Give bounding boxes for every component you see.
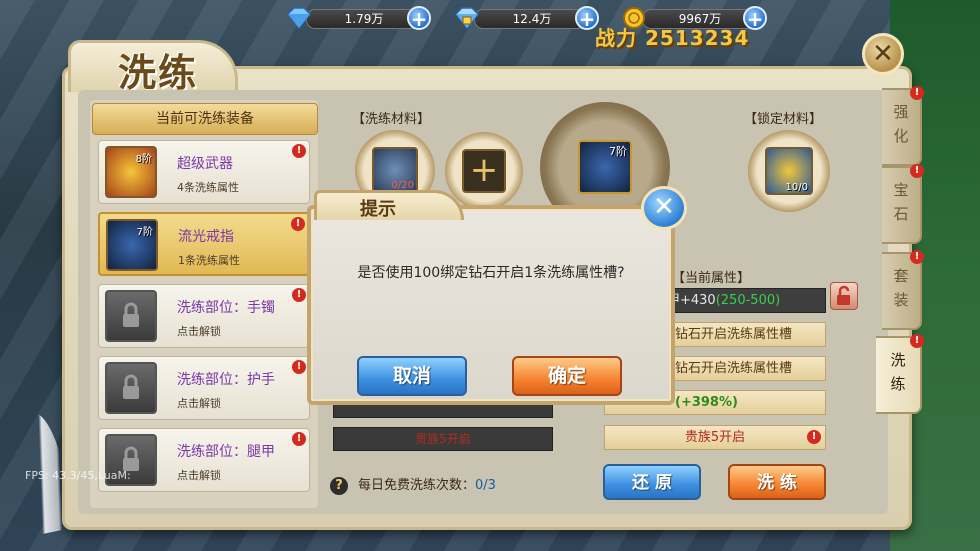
close-icon: ✕ xyxy=(653,192,675,222)
dialog-title: 提示 xyxy=(360,199,396,220)
dialog-close-button[interactable]: ✕ xyxy=(641,186,687,230)
cancel-button[interactable]: 取消 xyxy=(357,356,467,396)
confirm-button[interactable]: 确定 xyxy=(512,356,622,396)
dialog-message: 是否使用100绑定钻石开启1条洗练属性槽? xyxy=(357,265,625,281)
